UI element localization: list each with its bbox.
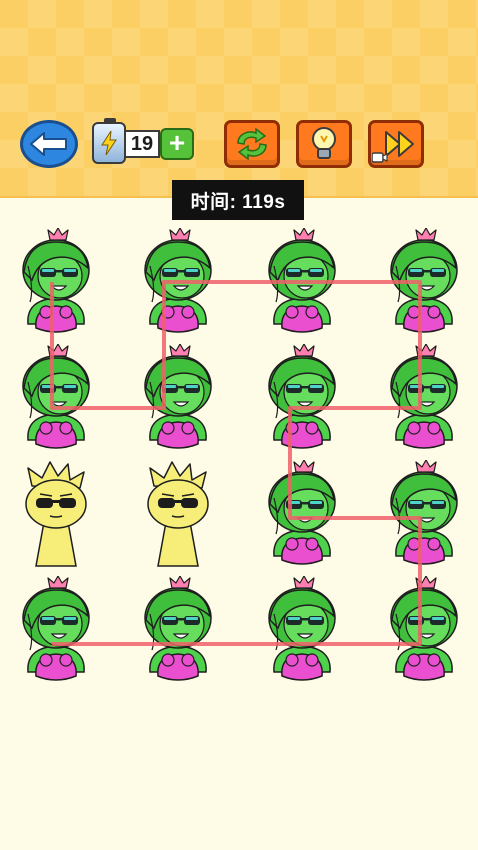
tile-green-girl[interactable] (252, 343, 352, 456)
tile-green-girl[interactable] (6, 227, 106, 340)
tile-green-girl[interactable] (6, 343, 106, 456)
tile-green-girl[interactable] (252, 575, 352, 688)
tile-yellow-sprunki[interactable] (128, 460, 228, 572)
tile-green-girl[interactable] (374, 343, 474, 456)
tile-green-girl[interactable] (374, 575, 474, 688)
path-line (50, 280, 422, 646)
puzzle-board (0, 0, 478, 850)
tile-green-girl[interactable] (374, 227, 474, 340)
tile-yellow-sprunki[interactable] (6, 460, 106, 572)
tile-green-girl[interactable] (128, 343, 228, 456)
tile-green-girl[interactable] (252, 459, 352, 572)
tile-green-girl[interactable] (128, 227, 228, 340)
tile-green-girl[interactable] (6, 575, 106, 688)
tile-green-girl[interactable] (128, 575, 228, 688)
tile-green-girl[interactable] (252, 227, 352, 340)
tile-green-girl[interactable] (374, 459, 474, 572)
